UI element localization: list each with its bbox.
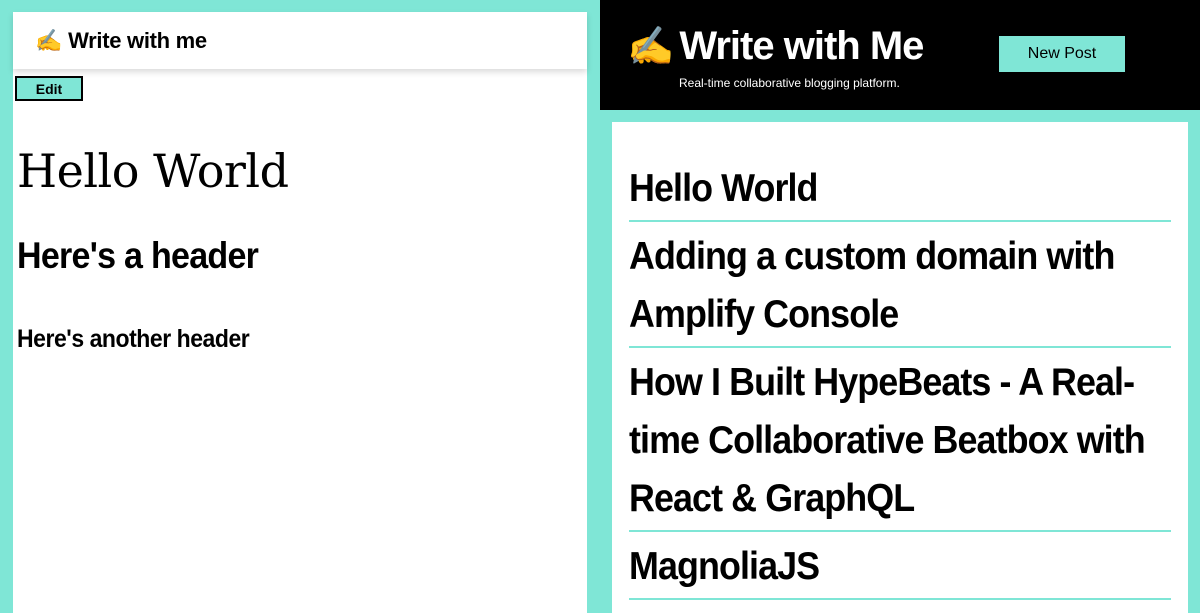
new-post-button[interactable]: New Post — [999, 36, 1125, 72]
site-brand[interactable]: ✍️ Write with Me — [627, 24, 924, 69]
post-title: Hello World — [629, 167, 818, 210]
editor-app-title: Write with me — [68, 27, 207, 53]
post-title: MagnoliaJS — [629, 545, 820, 588]
site-header: ✍️ Write with Me Real-time collaborative … — [600, 0, 1200, 110]
writing-hand-icon: ✍️ — [627, 26, 674, 68]
post-title: How I Built HypeBeats - A Real-time Coll… — [629, 361, 1146, 520]
site-tagline: Real-time collaborative blogging platfor… — [679, 76, 900, 90]
posts-panel: Hello World Adding a custom domain with … — [612, 122, 1188, 613]
edit-button[interactable]: Edit — [15, 76, 83, 101]
post-link[interactable]: MagnoliaJS — [629, 532, 1171, 600]
post-list: Hello World Adding a custom domain with … — [612, 122, 1188, 600]
post-link[interactable]: How I Built HypeBeats - A Real-time Coll… — [629, 348, 1171, 532]
document-title: Hello World — [17, 144, 289, 198]
document-heading-2: Here's a header — [17, 235, 259, 276]
writing-hand-icon: ✍️ — [35, 27, 63, 53]
document-heading-3: Here's another header — [17, 325, 250, 353]
post-link[interactable]: Hello World — [629, 122, 1171, 222]
post-link[interactable]: Adding a custom domain with Amplify Cons… — [629, 222, 1171, 348]
editor-window: ✍️ Write with me — [13, 12, 587, 613]
editor-header: ✍️ Write with me — [13, 12, 587, 69]
post-title: Adding a custom domain with Amplify Cons… — [629, 235, 1115, 336]
site-title: Write with Me — [679, 24, 924, 68]
